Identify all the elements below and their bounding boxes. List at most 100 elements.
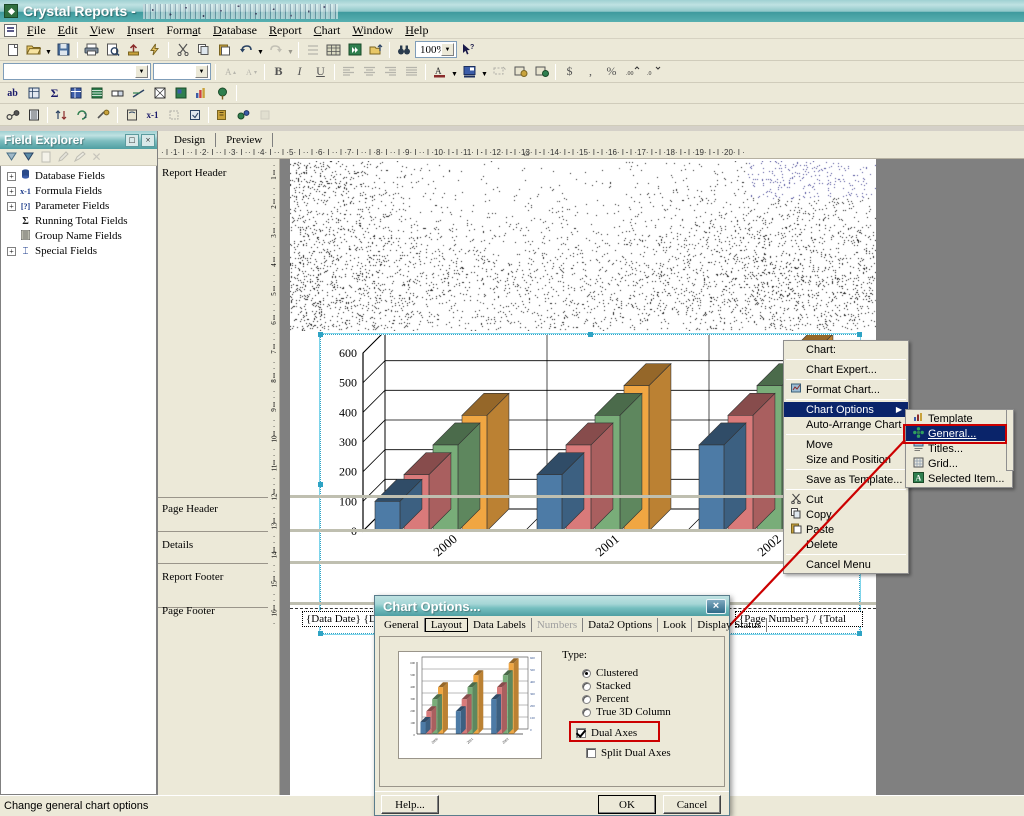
radio-stacked[interactable]: Stacked (582, 680, 631, 692)
chevron-down-icon[interactable]: ▼ (441, 43, 454, 56)
open-folder-icon[interactable] (23, 40, 44, 60)
insert-ole-icon[interactable] (170, 83, 191, 103)
section-label-report-footer[interactable]: Report Footer (162, 571, 223, 583)
find-binoculars-icon[interactable] (393, 40, 414, 60)
resize-handle-se[interactable] (857, 631, 862, 636)
radio-percent[interactable]: Percent (582, 693, 629, 705)
print-icon[interactable] (81, 40, 102, 60)
font-size-combo[interactable]: ▼ (153, 63, 211, 80)
undo-dropdown-arrow[interactable]: ▼ (256, 40, 265, 60)
hyperlink-icon[interactable] (531, 62, 552, 82)
section-label-details[interactable]: Details (162, 539, 193, 551)
context-menu-item-copy[interactable]: Copy (784, 507, 908, 522)
insert-crosstab-icon[interactable] (65, 83, 86, 103)
browse-data-icon[interactable] (20, 150, 37, 165)
currency-button[interactable]: $ (559, 62, 580, 82)
context-menu-item-cancel-menu[interactable]: Cancel Menu (784, 557, 908, 572)
decrease-decimal-icon[interactable]: .0 (643, 62, 664, 82)
refresh-lightning-icon[interactable] (144, 40, 165, 60)
menu-item-view[interactable]: View (84, 22, 121, 39)
field-explorer-close-button[interactable]: × (141, 133, 155, 147)
resize-handle-nw[interactable] (318, 332, 323, 337)
context-menu-item-delete[interactable]: Delete (784, 537, 908, 552)
font-color-dropdown-arrow[interactable]: ▼ (450, 62, 459, 82)
fill-color-icon[interactable] (459, 62, 480, 82)
checkbox-split-dual-axes[interactable]: Split Dual Axes (586, 747, 671, 759)
submenu-item-grid[interactable]: Grid... (906, 456, 1012, 471)
menu-item-edit[interactable]: Edit (52, 22, 84, 39)
context-menu-item-auto-arrange-chart[interactable]: Auto-Arrange Chart (784, 417, 908, 432)
underline-button[interactable]: U (310, 62, 331, 82)
menu-item-insert[interactable]: Insert (121, 22, 160, 39)
expand-toggle-icon[interactable]: + (7, 171, 16, 181)
tab-design[interactable]: Design (164, 133, 217, 147)
font-color-icon[interactable]: A (429, 62, 450, 82)
expand-toggle-icon[interactable]: + (7, 201, 16, 211)
thousands-separator-button[interactable]: , (580, 62, 601, 82)
section-label-page-header[interactable]: Page Header (162, 503, 218, 515)
tab-layout[interactable]: Layout (424, 618, 468, 632)
expand-toggle-icon[interactable]: + (7, 186, 16, 196)
context-menu-item-save-as-template[interactable]: Save as Template... (784, 472, 908, 487)
database-expert-icon[interactable] (2, 105, 23, 125)
submenu-item-titles[interactable]: Titles... (906, 441, 1012, 456)
chart-context-menu[interactable]: Chart: Chart Expert... Format Chart... C… (783, 340, 909, 574)
radio-clustered[interactable]: Clustered (582, 667, 638, 679)
context-menu-item-format-chart[interactable]: Format Chart... (784, 382, 908, 397)
menu-item-chart[interactable]: Chart (308, 22, 347, 39)
tree-item-formula-fields[interactable]: + x-1 Formula Fields (1, 185, 156, 197)
insert-chart-icon[interactable] (191, 83, 212, 103)
context-menu-item-size-and-position[interactable]: Size and Position (784, 452, 908, 467)
resize-handle-ne[interactable] (857, 332, 862, 337)
copy-icon[interactable] (193, 40, 214, 60)
context-menu-item-chart-options[interactable]: Chart Options ▶ (784, 402, 908, 417)
menu-item-file[interactable]: File (21, 22, 52, 39)
undo-icon[interactable] (235, 40, 256, 60)
tab-data-labels[interactable]: Data Labels (468, 618, 532, 632)
ok-button[interactable]: OK (598, 795, 656, 814)
tab-display-status[interactable]: Display Status (692, 618, 768, 632)
cancel-button[interactable]: Cancel (663, 795, 721, 814)
menu-item-format[interactable]: Format (160, 22, 207, 39)
field-explorer-tree[interactable]: + Database Fields + x-1 Formula Fields +… (0, 166, 157, 795)
suppress-icon[interactable] (510, 62, 531, 82)
cut-scissors-icon[interactable] (172, 40, 193, 60)
insert-sum-icon[interactable]: Σ (44, 83, 65, 103)
section-expert-icon[interactable] (121, 105, 142, 125)
submenu-item-general[interactable]: General... (906, 426, 1012, 441)
increase-decimal-icon[interactable]: .00 (622, 62, 643, 82)
menu-item-help[interactable]: Help (399, 22, 434, 39)
submenu-item-template[interactable]: Template (906, 411, 1012, 426)
insert-to-report-icon[interactable] (3, 150, 20, 165)
save-icon[interactable] (53, 40, 74, 60)
tree-item-group-name-fields[interactable]: Group Name Fields (1, 229, 156, 242)
group-expert-icon[interactable] (23, 105, 44, 125)
percent-button[interactable]: % (601, 62, 622, 82)
chevron-down-icon[interactable]: ▼ (195, 65, 208, 78)
document-control-icon[interactable] (4, 23, 17, 37)
chevron-down-icon[interactable]: ▼ (135, 65, 148, 78)
paste-icon[interactable] (214, 40, 235, 60)
workbench-icon[interactable] (365, 40, 386, 60)
help-button[interactable]: Help... (381, 795, 439, 814)
insert-summary-icon[interactable] (23, 83, 44, 103)
radio-true-3d-column[interactable]: True 3D Column (582, 706, 671, 718)
insert-map-icon[interactable] (212, 83, 233, 103)
bold-button[interactable]: B (268, 62, 289, 82)
repository-icon[interactable] (233, 105, 254, 125)
export-icon[interactable] (123, 40, 144, 60)
insert-line-icon[interactable] (128, 83, 149, 103)
zoom-combo[interactable]: 100% ▼ (415, 41, 457, 58)
menu-item-database[interactable]: Database (207, 22, 263, 39)
menu-item-report[interactable]: Report (263, 22, 308, 39)
chart-options-dialog[interactable]: Chart Options... × General Layout Data L… (374, 595, 768, 816)
field-explorer-icon[interactable] (323, 40, 344, 60)
dialog-close-button[interactable]: × (706, 598, 726, 614)
section-label-page-footer[interactable]: Page Footer (162, 605, 215, 617)
tab-general[interactable]: General (379, 618, 425, 632)
open-dropdown-arrow[interactable]: ▼ (44, 40, 53, 60)
help-pointer-icon[interactable]: ? (458, 40, 479, 60)
insert-box-icon[interactable] (107, 83, 128, 103)
context-menu-item-chart[interactable]: Chart: (784, 342, 908, 357)
sort-expert-icon[interactable] (51, 105, 72, 125)
